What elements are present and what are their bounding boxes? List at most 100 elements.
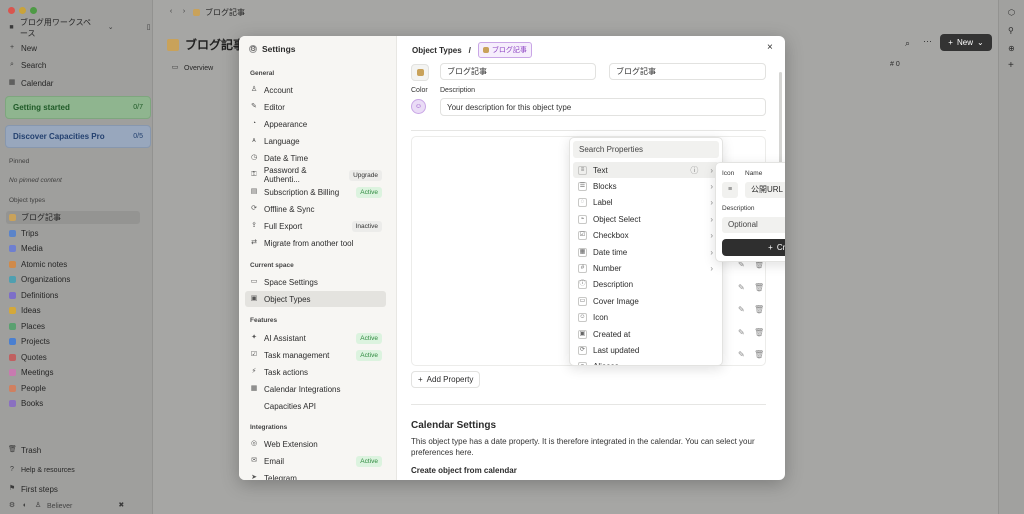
object-type-item[interactable]: Quotes — [6, 351, 140, 364]
settings-item-billing[interactable]: ▤ Subscription & Billing Active — [245, 184, 386, 200]
object-type-item[interactable]: Books — [6, 397, 140, 410]
trash-icon[interactable]: 🗑 — [754, 328, 764, 337]
property-search-input[interactable]: Search Properties — [573, 141, 719, 158]
create-property-button[interactable]: + Create — [722, 239, 785, 256]
settings-item-code[interactable]: Capacities API — [245, 398, 386, 414]
settings-item-language[interactable]: ᴀ Language — [245, 133, 386, 149]
compass-icon[interactable]: ⊕ — [1008, 44, 1015, 53]
property-type-number[interactable]: # Number › — [573, 260, 719, 276]
object-type-item[interactable]: Projects — [6, 335, 140, 348]
object-icon-picker[interactable] — [411, 64, 429, 81]
discover-pro-card[interactable]: Discover Capacities Pro 0/5 — [5, 125, 151, 148]
object-type-item[interactable]: Media — [6, 242, 140, 255]
object-type-item[interactable]: Atomic notes — [6, 258, 140, 271]
settings-item-email[interactable]: ✉ Email Active — [245, 453, 386, 469]
edit-icon[interactable]: ✎ — [738, 328, 745, 337]
sidebar-search[interactable]: ⌕ Search — [8, 58, 46, 72]
add-property-button[interactable]: + Add Property — [411, 371, 481, 388]
moon-icon[interactable]: ◐ — [21, 502, 29, 510]
object-type-item[interactable]: Places — [6, 320, 140, 333]
property-type-datetime[interactable]: ▦ Date time › — [573, 244, 719, 260]
sidebar-first-steps[interactable]: ⚑ First steps — [8, 482, 58, 496]
object-type-item[interactable]: ブログ記事 — [6, 211, 140, 224]
object-type-item[interactable]: Definitions — [6, 289, 140, 302]
close-window-button[interactable] — [8, 7, 15, 14]
sidebar-calendar[interactable]: ▦ Calendar — [8, 76, 54, 90]
extension-icon[interactable]: ⬡ — [1008, 8, 1015, 17]
crumb-object-types[interactable]: Object Types — [412, 46, 462, 55]
settings-item-palette[interactable]: ◔ Appearance — [245, 116, 386, 132]
property-type-created[interactable]: ▣ Created at — [573, 326, 719, 342]
main-breadcrumb[interactable]: ブログ記事 — [205, 7, 245, 18]
settings-item-ai[interactable]: ✦ AI Assistant Active — [245, 330, 386, 346]
object-type-item[interactable]: People — [6, 382, 140, 395]
grid-icon[interactable]: ✖ — [117, 502, 125, 510]
plural-name-field[interactable]: ブログ記事 — [609, 63, 766, 80]
sidebar-help[interactable]: ? Help & resources — [8, 463, 75, 477]
crumb-chip[interactable]: ブログ記事 — [477, 42, 532, 58]
property-type-label[interactable]: ◌ Label › — [573, 195, 719, 211]
property-type-object-select[interactable]: ⌁ Object Select › — [573, 211, 719, 227]
color-picker[interactable]: ☺ — [411, 99, 426, 114]
popover-name-input[interactable]: 公開URL — [745, 182, 785, 198]
user-icon[interactable]: ♙ — [34, 502, 42, 510]
popover-description-input[interactable]: Optional — [722, 217, 785, 233]
sidebar-toggle-icon[interactable]: ▯ — [145, 24, 152, 32]
plus-icon[interactable]: + — [1008, 60, 1014, 71]
sidebar-new[interactable]: + New — [8, 41, 37, 55]
search-icon[interactable]: ⌕ — [905, 38, 910, 49]
text-icon[interactable]: ≡ — [722, 182, 738, 198]
workspace-switcher[interactable]: ■ ブログ用ワークスペース ⌄ ▯ — [8, 18, 152, 38]
zoom-window-button[interactable] — [30, 7, 37, 14]
trash-icon[interactable]: 🗑 — [754, 305, 764, 314]
property-type-alias[interactable]: ≈ Aliases — [573, 359, 719, 365]
property-type-image[interactable]: ▭ Cover Image — [573, 293, 719, 309]
edit-icon[interactable]: ✎ — [738, 283, 745, 292]
object-type-item[interactable]: Organizations — [6, 273, 140, 286]
settings-icon[interactable]: ⚙ — [8, 502, 16, 510]
trash-icon[interactable]: 🗑 — [754, 283, 764, 292]
settings-item-monitor[interactable]: ▭ Space Settings — [245, 274, 386, 290]
property-type-description[interactable]: ⓘ Description — [573, 277, 719, 293]
object-type-icon — [9, 384, 16, 392]
settings-item-task-actions[interactable]: ⚡ Task actions — [245, 364, 386, 380]
property-type-blocks[interactable]: ☰ Blocks › — [573, 178, 719, 194]
object-type-item[interactable]: Meetings — [6, 366, 140, 379]
settings-item-sync[interactable]: ⟳ Offline & Sync — [245, 201, 386, 217]
description-field[interactable]: Your description for this object type — [440, 98, 766, 116]
new-button[interactable]: + New ⌄ — [940, 34, 992, 51]
settings-item-web[interactable]: ◎ Web Extension — [245, 436, 386, 452]
settings-item-task[interactable]: ☑ Task management Active — [245, 347, 386, 363]
more-icon[interactable]: ··· — [923, 36, 932, 46]
property-type-text[interactable]: ≡ Text ⓘ › — [573, 162, 719, 178]
edit-icon[interactable]: ✎ — [738, 350, 745, 359]
property-type-checkbox[interactable]: ☑ Checkbox › — [573, 228, 719, 244]
settings-item-export[interactable]: ⇪ Full Export Inactive — [245, 218, 386, 234]
settings-item-clock[interactable]: ◷ Date & Time — [245, 150, 386, 166]
tab-overview[interactable]: ▭ Overview — [171, 61, 214, 75]
settings-item-telegram[interactable]: ➤ Telegram — [245, 470, 386, 481]
settings-item-object-types[interactable]: ▣ Object Types — [245, 291, 386, 307]
close-icon[interactable]: × — [767, 42, 773, 53]
edit-icon[interactable]: ✎ — [738, 305, 745, 314]
info-icon[interactable]: ⓘ — [690, 165, 698, 176]
object-type-item[interactable]: Trips — [6, 227, 140, 240]
property-type-smile[interactable]: ☺ Icon — [573, 310, 719, 326]
sidebar-trash[interactable]: 🗑 Trash — [8, 443, 41, 457]
trash-icon[interactable]: 🗑 — [754, 350, 764, 359]
settings-item-key[interactable]: ⚿ Password & Authenti... Upgrade — [245, 166, 386, 184]
minimize-window-button[interactable] — [19, 7, 26, 14]
settings-item-editor[interactable]: ✎ Editor — [245, 99, 386, 115]
property-type-updated[interactable]: ⟳ Last updated — [573, 342, 719, 358]
settings-item-calendar[interactable]: ▦ Calendar Integrations — [245, 381, 386, 397]
plural-name-value: ブログ記事 — [616, 67, 656, 76]
settings-item-user[interactable]: ♙ Account — [245, 82, 386, 98]
back-icon[interactable]: ‹ — [167, 8, 175, 16]
getting-started-card[interactable]: Getting started 0/7 — [5, 96, 151, 119]
pin-icon[interactable]: ⚲ — [1008, 26, 1014, 35]
name-field[interactable]: ブログ記事 — [440, 63, 596, 80]
object-type-item[interactable]: Ideas — [6, 304, 140, 317]
settings-item-migrate[interactable]: ⇄ Migrate from another tool — [245, 235, 386, 251]
forward-icon[interactable]: › — [180, 8, 188, 16]
sidebar-footer: ⚙ ◐ ♙ Believer ✖ — [8, 499, 125, 513]
